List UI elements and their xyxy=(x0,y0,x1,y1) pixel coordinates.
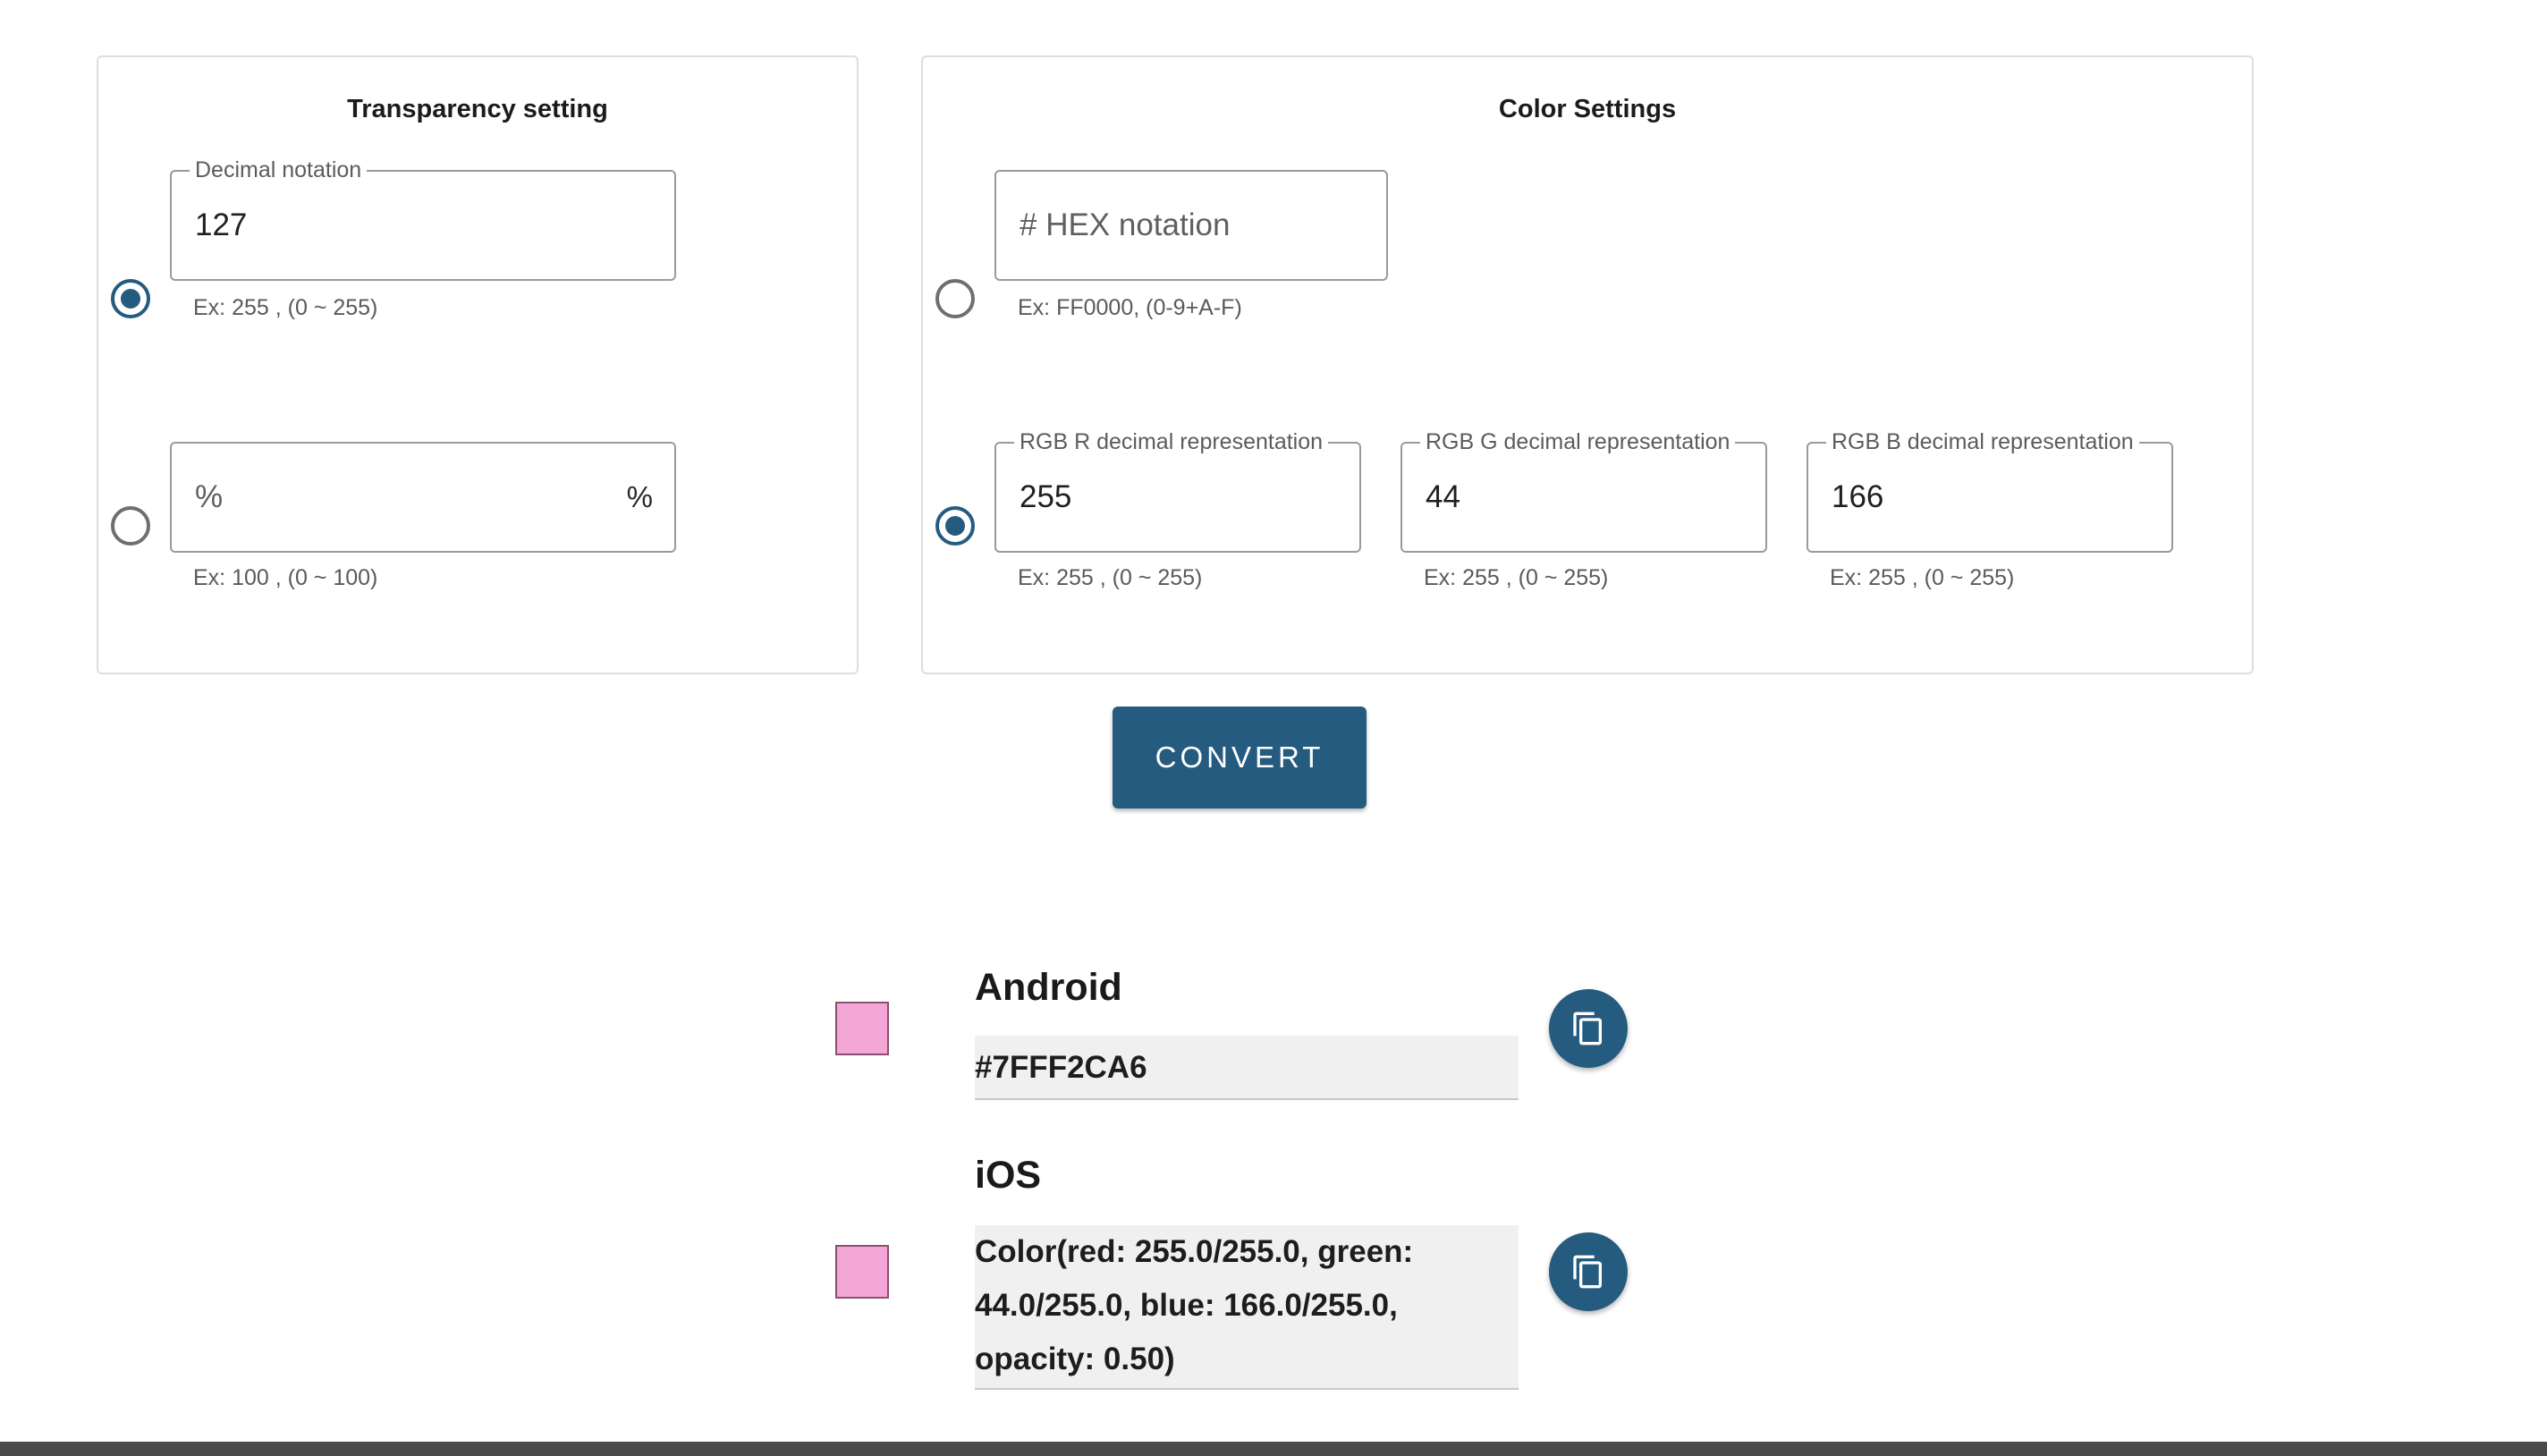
decimal-notation-helper: Ex: 255 , (0 ~ 255) xyxy=(193,295,378,320)
android-value: #7FFF2CA6 xyxy=(975,1050,1147,1085)
copy-icon xyxy=(1573,1255,1602,1289)
rgb-radio[interactable] xyxy=(935,506,975,546)
ios-value-line: Color(red: 255.0/255.0, green: xyxy=(975,1234,1414,1269)
ios-value-line: 44.0/255.0, blue: 166.0/255.0, xyxy=(975,1288,1398,1323)
ios-value-line: opacity: 0.50) xyxy=(975,1342,1175,1376)
android-color-swatch xyxy=(835,1002,889,1055)
rgb-g-value: 44 xyxy=(1426,479,1460,514)
hex-field[interactable]: # HEX notation xyxy=(994,170,1388,281)
decimal-notation-radio[interactable] xyxy=(111,279,150,318)
rgb-b-field[interactable]: RGB B decimal representation 166 xyxy=(1807,428,2173,553)
transparency-title: Transparency setting xyxy=(347,95,608,123)
ios-title: iOS xyxy=(975,1154,1042,1197)
rgb-b-helper: Ex: 255 , (0 ~ 255) xyxy=(1830,565,2015,590)
rgb-g-helper: Ex: 255 , (0 ~ 255) xyxy=(1424,565,1609,590)
percent-placeholder: % xyxy=(195,479,224,514)
percent-radio[interactable] xyxy=(111,506,150,546)
convert-button[interactable]: CONVERT xyxy=(1113,707,1367,808)
rgb-b-value: 166 xyxy=(1832,479,1884,514)
hex-radio[interactable] xyxy=(935,279,975,318)
page: Transparency setting Decimal notation 12… xyxy=(0,0,2547,1456)
percent-suffix: % xyxy=(626,480,653,513)
bottom-bar xyxy=(0,1442,2547,1456)
hex-placeholder: # HEX notation xyxy=(1020,207,1231,242)
color-settings-title: Color Settings xyxy=(1498,95,1677,123)
copy-icon xyxy=(1573,1012,1602,1045)
percent-field[interactable]: % % xyxy=(170,442,676,553)
rgb-g-field[interactable]: RGB G decimal representation 44 xyxy=(1400,428,1767,553)
android-title: Android xyxy=(975,966,1122,1009)
ios-value-field[interactable]: Color(red: 255.0/255.0, green: 44.0/255.… xyxy=(975,1225,1519,1390)
android-copy-button[interactable] xyxy=(1549,989,1628,1068)
percent-helper: Ex: 100 , (0 ~ 100) xyxy=(193,565,378,590)
ios-copy-button[interactable] xyxy=(1549,1232,1628,1311)
rgb-r-field[interactable]: RGB R decimal representation 255 xyxy=(994,428,1361,553)
rgb-r-value: 255 xyxy=(1020,479,1072,514)
android-value-field[interactable]: #7FFF2CA6 xyxy=(975,1036,1519,1100)
rgb-g-label: RGB G decimal representation xyxy=(1420,428,1736,455)
ios-color-swatch xyxy=(835,1245,889,1299)
rgb-r-helper: Ex: 255 , (0 ~ 255) xyxy=(1018,565,1203,590)
hex-helper: Ex: FF0000, (0-9+A-F) xyxy=(1018,295,1242,320)
decimal-notation-field[interactable]: Decimal notation 127 xyxy=(170,157,676,281)
decimal-notation-value: 127 xyxy=(195,207,248,242)
